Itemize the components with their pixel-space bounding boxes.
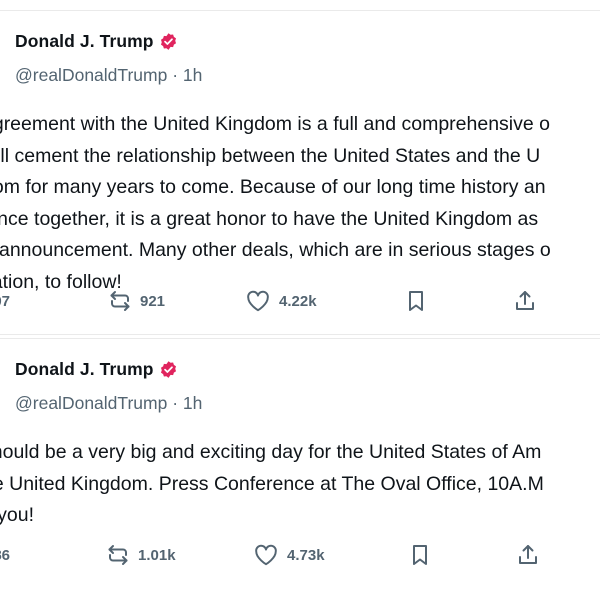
post-text: agreement with the United Kingdom is a f… [0, 109, 600, 298]
verified-badge-icon [159, 360, 178, 379]
author-handle[interactable]: @realDonaldTrump [15, 65, 167, 85]
repost-icon [110, 291, 130, 311]
reply-button[interactable]: 307 [0, 286, 10, 316]
text-line: k you! [0, 504, 35, 526]
bookmark-button[interactable] [409, 540, 431, 570]
repost-icon [108, 545, 128, 565]
like-button[interactable]: 4.73k [253, 540, 325, 570]
handle-row: @realDonaldTrump · 1h [15, 65, 202, 86]
post[interactable]: Donald J. Trump @realDonaldTrump · 1h sh… [0, 338, 600, 601]
action-bar: 307 921 4.22k [0, 286, 600, 316]
author-row: Donald J. Trump [15, 31, 178, 52]
like-button[interactable]: 4.22k [245, 286, 317, 316]
heart-icon [247, 290, 269, 312]
verified-badge-icon [159, 32, 178, 51]
author-handle[interactable]: @realDonaldTrump [15, 393, 167, 413]
post-time[interactable]: 1h [183, 65, 202, 85]
repost-count: 1.01k [138, 546, 176, 564]
share-icon [519, 545, 537, 564]
bookmark-icon [409, 291, 423, 311]
share-button[interactable] [516, 540, 540, 570]
reply-button[interactable]: 286 [0, 540, 10, 570]
repost-button[interactable]: 921 [108, 286, 165, 316]
share-icon [516, 291, 534, 310]
text-line: he United Kingdom. Press Conference at T… [0, 472, 544, 495]
bookmark-button[interactable] [405, 286, 427, 316]
share-button[interactable] [513, 286, 537, 316]
author-name[interactable]: Donald J. Trump [15, 359, 154, 380]
text-line: dom for many years to come. Because of o… [0, 176, 546, 198]
bookmark-icon [413, 545, 427, 565]
like-count: 4.22k [279, 292, 317, 310]
reply-count: 286 [0, 546, 11, 564]
text-line: should be a very big and exciting day fo… [0, 441, 542, 463]
author-row: Donald J. Trump [15, 359, 178, 380]
heart-icon [255, 544, 277, 566]
reply-count: 307 [0, 292, 11, 310]
like-count: 4.73k [287, 546, 325, 564]
text-line: will cement the relationship between the… [0, 144, 541, 167]
repost-count: 921 [140, 292, 166, 310]
post-time[interactable]: 1h [183, 393, 202, 413]
text-line: iance together, it is a great honor to h… [0, 207, 539, 230]
post[interactable]: Donald J. Trump @realDonaldTrump · 1h ag… [0, 10, 600, 335]
text-line: T announcement. Many other deals, which … [0, 239, 551, 261]
repost-button[interactable]: 1.01k [106, 540, 176, 570]
text-line: agreement with the United Kingdom is a f… [0, 113, 550, 135]
separator: · [172, 65, 179, 85]
post-text: should be a very big and exciting day fo… [0, 437, 600, 532]
handle-row: @realDonaldTrump · 1h [15, 393, 202, 414]
separator: · [172, 393, 179, 413]
action-bar: 286 1.01k 4.73k [0, 540, 600, 570]
author-name[interactable]: Donald J. Trump [15, 31, 154, 52]
